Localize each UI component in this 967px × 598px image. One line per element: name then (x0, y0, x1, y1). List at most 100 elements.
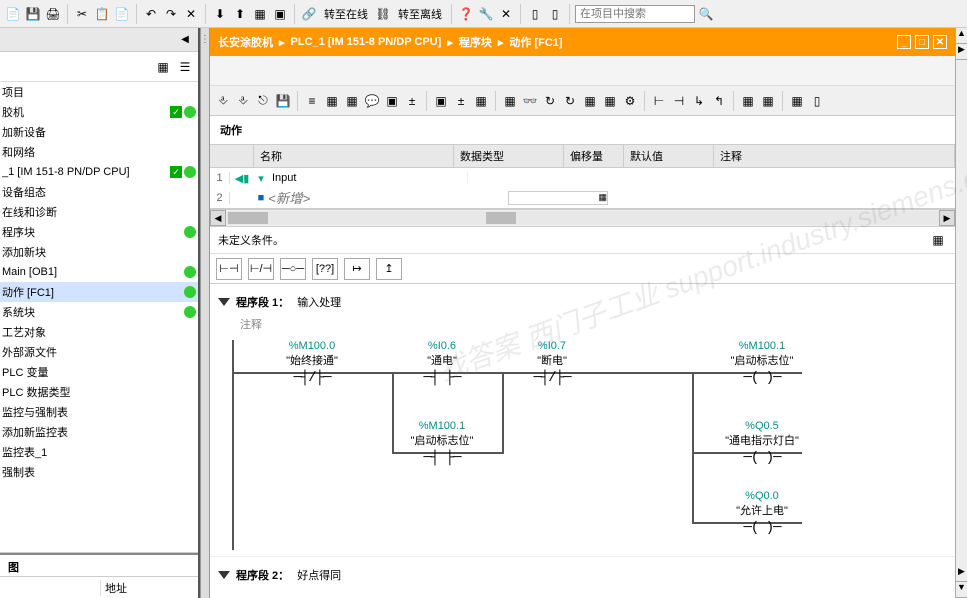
et-icon[interactable]: ▦ (759, 92, 777, 110)
et-icon[interactable]: ▦ (323, 92, 341, 110)
ladder-coil[interactable]: %Q0.5"通电指示灯白"─( )─ (722, 420, 802, 466)
et-glasses-icon[interactable]: 👓 (521, 92, 539, 110)
tree-item[interactable]: 加新设备 (0, 122, 198, 142)
tree-item[interactable]: 添加新块 (0, 242, 198, 262)
new-var-input[interactable] (268, 191, 428, 206)
et-icon[interactable]: ▦ (739, 92, 757, 110)
ladder-contact[interactable]: %I0.7"断电"─┤/├─ (512, 340, 592, 386)
print-icon[interactable]: 🖨 (44, 5, 62, 23)
link-icon[interactable]: 🔗 (300, 5, 318, 23)
var-table-scrollbar[interactable]: ◀ ▶ (210, 209, 955, 227)
et-save-icon[interactable]: 💾 (274, 92, 292, 110)
new-icon[interactable]: 📄 (4, 5, 22, 23)
et-icon[interactable]: ▯ (808, 92, 826, 110)
tree-item[interactable]: Main [OB1] (0, 262, 198, 282)
et-icon[interactable]: ± (452, 92, 470, 110)
tree-item[interactable]: 监控表_1 (0, 442, 198, 462)
tree-item[interactable]: 和网络 (0, 142, 198, 162)
tool-no-contact[interactable]: ⊢⊣ (216, 258, 242, 280)
collapse-left-icon[interactable]: ◀ (176, 31, 194, 49)
et-icon[interactable]: ± (403, 92, 421, 110)
tree-item[interactable]: 项目 (0, 82, 198, 102)
undo-icon[interactable]: ↶ (142, 5, 160, 23)
tree-item[interactable]: 添加新监控表 (0, 422, 198, 442)
search-go-icon[interactable]: 🔍 (697, 5, 715, 23)
tree-item[interactable]: 工艺对象 (0, 322, 198, 342)
et-icon[interactable]: ⊣ (670, 92, 688, 110)
tool-icon[interactable]: 🔧 (477, 5, 495, 23)
project-tree[interactable]: 项目胶机✓加新设备和网络_1 [IM 151-8 PN/DP CPU]✓设备组态… (0, 82, 198, 552)
tree-item[interactable]: 设备组态 (0, 182, 198, 202)
tree-item[interactable]: 程序块 (0, 222, 198, 242)
crumb-blocks[interactable]: 程序块 (459, 34, 492, 50)
ladder-contact[interactable]: %I0.6"通电"─┤ ├─ (402, 340, 482, 386)
help-icon[interactable]: ❓ (457, 5, 475, 23)
splitter[interactable]: ⋮ (200, 28, 210, 598)
et-icon[interactable]: ▣ (432, 92, 450, 110)
compile-icon[interactable]: ▦ (251, 5, 269, 23)
upload-icon[interactable]: ⬆ (231, 5, 249, 23)
et-icon[interactable]: ⊢ (650, 92, 668, 110)
win2-icon[interactable]: ▯ (546, 5, 564, 23)
minimize-icon[interactable]: _ (897, 35, 911, 49)
et-icon[interactable]: ⎀ (214, 92, 232, 110)
unlink-icon[interactable]: ⛓ (374, 5, 392, 23)
tree-item[interactable]: 监控与强制表 (0, 402, 198, 422)
go-offline-label[interactable]: 转至离线 (394, 6, 446, 22)
condition-expand-icon[interactable]: ▦ (929, 231, 947, 249)
redo-icon[interactable]: ↷ (162, 5, 180, 23)
var-row-new[interactable]: 2 ■ ▦ (210, 188, 955, 208)
tool-nc-contact[interactable]: ⊢/⊣ (248, 258, 274, 280)
tree-item[interactable]: PLC 变量 (0, 362, 198, 382)
cut-icon[interactable]: ✂ (73, 5, 91, 23)
et-icon[interactable]: ↳ (690, 92, 708, 110)
et-icon[interactable]: ▦ (501, 92, 519, 110)
type-dropdown[interactable]: ▦ (508, 191, 608, 205)
tree-view-icon[interactable]: ▦ (154, 58, 172, 76)
win1-icon[interactable]: ▯ (526, 5, 544, 23)
et-icon[interactable]: ▦ (788, 92, 806, 110)
ladder-contact[interactable]: %M100.1"启动标志位"─┤ ├─ (402, 420, 482, 466)
et-icon[interactable]: ⚙ (621, 92, 639, 110)
delete-icon[interactable]: ✕ (182, 5, 200, 23)
ladder-coil[interactable]: %Q0.0"允许上电"─( )─ (722, 490, 802, 536)
tool-branch-close[interactable]: ↥ (376, 258, 402, 280)
et-icon[interactable]: ▦ (472, 92, 490, 110)
cross-icon[interactable]: ✕ (497, 5, 515, 23)
tree-item[interactable]: 强制表 (0, 462, 198, 482)
ladder-diagram[interactable]: %M100.0"始终接通"─┤/├─%I0.6"通电"─┤ ├─%I0.7"断电… (232, 340, 945, 550)
paste-icon[interactable]: 📄 (113, 5, 131, 23)
save-icon[interactable]: 💾 (24, 5, 42, 23)
et-icon[interactable]: ▦ (343, 92, 361, 110)
tree-item[interactable]: _1 [IM 151-8 PN/DP CPU]✓ (0, 162, 198, 182)
et-icon[interactable]: ↻ (561, 92, 579, 110)
tree-item[interactable]: 外部源文件 (0, 342, 198, 362)
tool-box[interactable]: [??] (312, 258, 338, 280)
et-icon[interactable]: 💬 (363, 92, 381, 110)
tree-list-icon[interactable]: ☰ (176, 58, 194, 76)
tree-item[interactable]: 动作 [FC1] (0, 282, 198, 302)
go-online-label[interactable]: 转至在线 (320, 6, 372, 22)
et-icon[interactable]: ▣ (383, 92, 401, 110)
copy-icon[interactable]: 📋 (93, 5, 111, 23)
crumb-plc[interactable]: PLC_1 [IM 151-8 PN/DP CPU] (291, 36, 442, 48)
et-icon[interactable]: ▦ (601, 92, 619, 110)
tool-branch-open[interactable]: ↦ (344, 258, 370, 280)
tree-item[interactable]: PLC 数据类型 (0, 382, 198, 402)
tree-item[interactable]: 胶机✓ (0, 102, 198, 122)
sim-icon[interactable]: ▣ (271, 5, 289, 23)
maximize-icon[interactable]: □ (915, 35, 929, 49)
tool-coil[interactable]: ─○─ (280, 258, 306, 280)
network-collapse-icon[interactable] (218, 571, 230, 579)
search-input[interactable] (575, 5, 695, 23)
et-icon[interactable]: ↻ (541, 92, 559, 110)
et-icon[interactable]: ⎋ (254, 92, 272, 110)
et-icon[interactable]: ↰ (710, 92, 728, 110)
right-scrollbar[interactable]: ▲ ▶ ▶ ▼ (955, 28, 967, 598)
tree-item[interactable]: 在线和诊断 (0, 202, 198, 222)
var-row-input[interactable]: 1 ◀▮ ▾ Input (210, 168, 955, 188)
et-icon[interactable]: ▦ (581, 92, 599, 110)
crumb-project[interactable]: 长安涂胶机 (218, 34, 273, 50)
close-icon[interactable]: ✕ (933, 35, 947, 49)
et-icon[interactable]: ≡ (303, 92, 321, 110)
